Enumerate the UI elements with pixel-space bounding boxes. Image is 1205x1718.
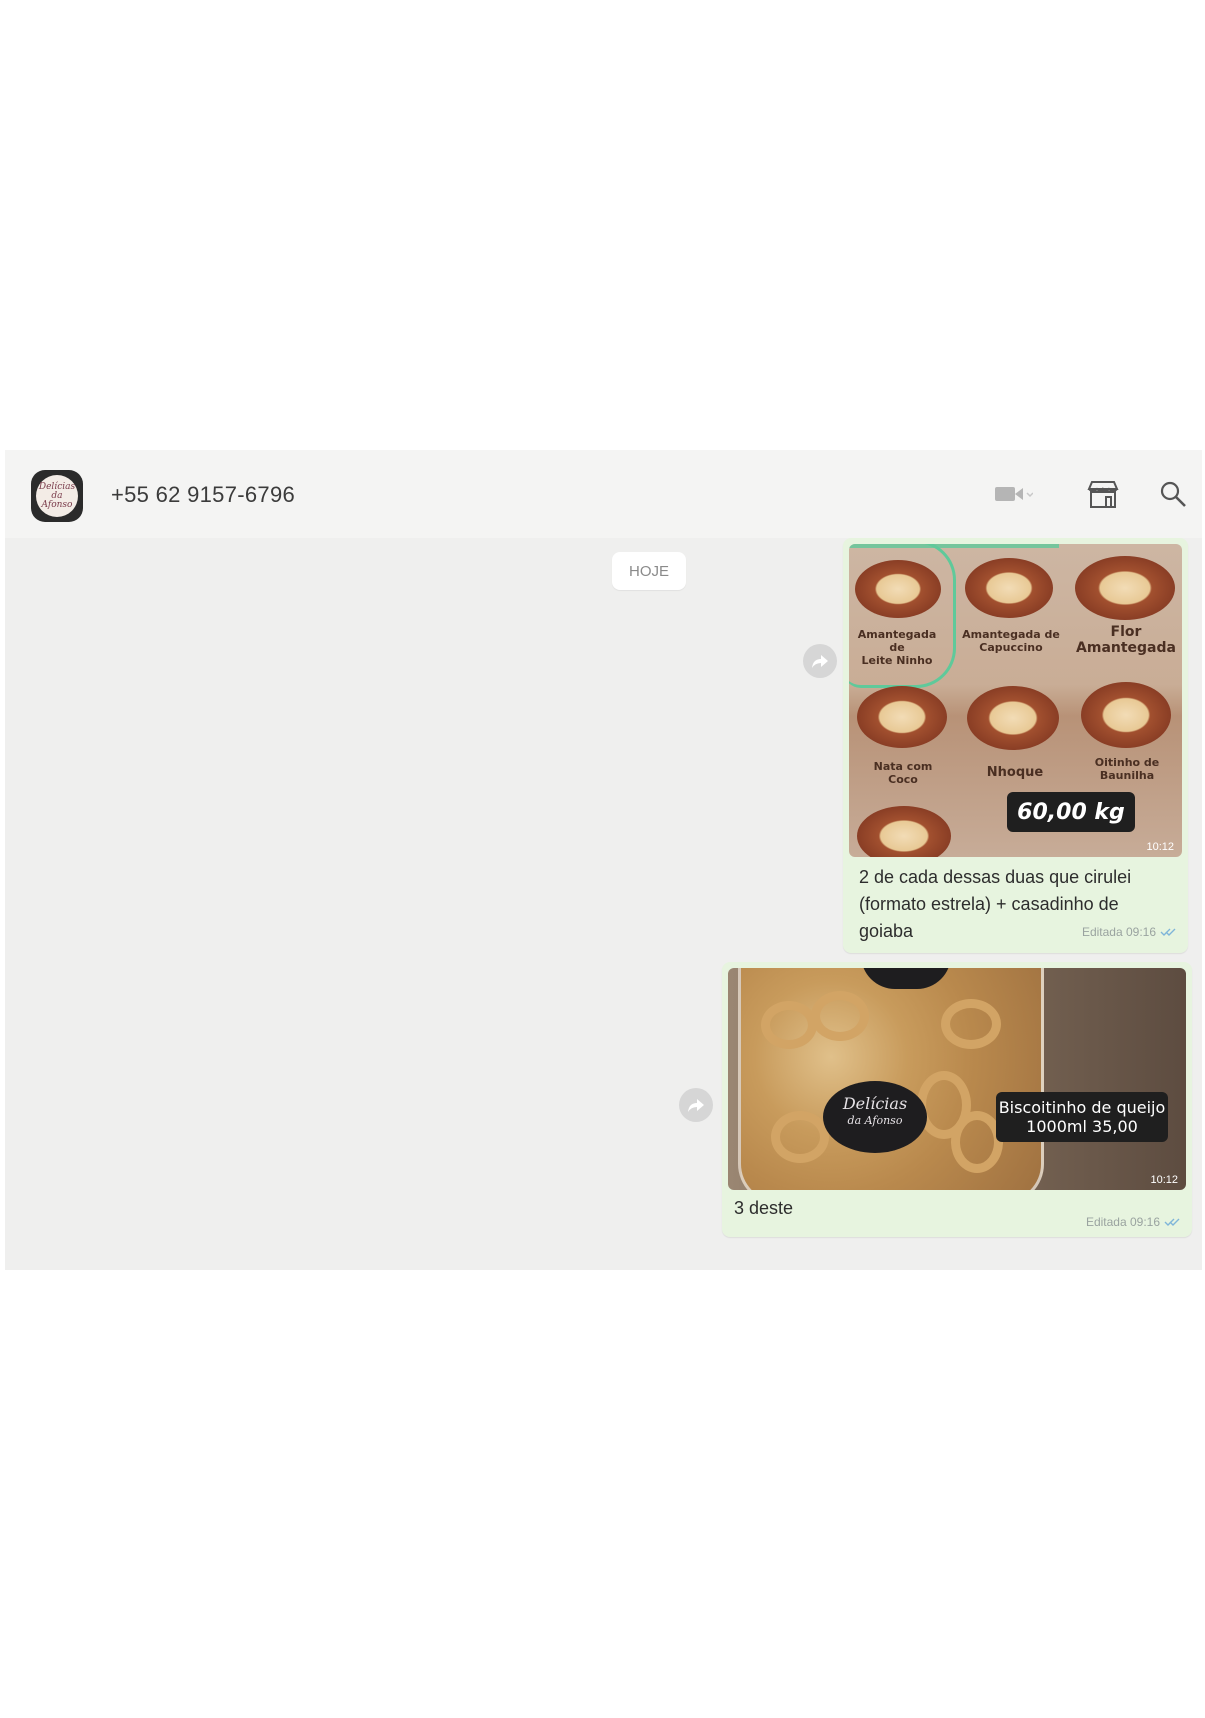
message-image-menu[interactable]: Amantegada de Leite Ninho Amantegada de … — [849, 544, 1182, 857]
price-tag: Biscoitinho de queijo 1000ml 35,00 — [996, 1092, 1168, 1142]
date-divider: HOJE — [612, 552, 686, 590]
video-call-button[interactable] — [983, 474, 1043, 514]
menu-item-label: Flor Amantegada — [1076, 624, 1176, 656]
forward-button[interactable] — [679, 1088, 713, 1122]
price-tag: 60,00 kg — [1007, 792, 1135, 832]
whatsapp-window: Delícias da Afonso +55 62 9157-6796 HOJE… — [5, 450, 1202, 1270]
jar-logo: Delícias da Afonso — [823, 1081, 927, 1153]
edited-timestamp: Editada 09:16 — [1081, 925, 1156, 939]
image-timestamp: 10:12 — [1146, 841, 1174, 853]
search-icon — [1160, 481, 1186, 507]
image-timestamp: 10:12 — [1150, 1174, 1178, 1186]
double-check-icon — [1160, 928, 1176, 936]
store-icon — [1087, 481, 1119, 508]
plate-image — [967, 686, 1059, 750]
cookie-ring — [761, 1001, 817, 1049]
contact-name[interactable]: +55 62 9157-6796 — [111, 482, 295, 508]
plate-image — [855, 560, 941, 618]
search-button[interactable] — [1153, 474, 1193, 514]
chat-area: HOJE Amantegada de Leite Ninho Amantegad… — [5, 538, 1202, 1270]
plate-image — [857, 806, 951, 857]
plate-image — [965, 558, 1053, 618]
forward-button[interactable] — [803, 644, 837, 678]
menu-item-label: Nhoque — [986, 765, 1044, 780]
message-bubble[interactable]: Delícias da Afonso Biscoitinho de queijo… — [722, 962, 1192, 1237]
forward-icon — [812, 655, 828, 668]
cookie-ring — [941, 999, 1001, 1049]
plate-image — [1075, 556, 1175, 620]
edited-timestamp: Editada 09:16 — [1085, 1215, 1160, 1229]
forward-icon — [688, 1099, 704, 1112]
catalog-button[interactable] — [1083, 474, 1123, 514]
plate-image — [1081, 682, 1171, 748]
menu-item-label: Amantegada de Capuccino — [962, 628, 1060, 654]
message-bubble[interactable]: Amantegada de Leite Ninho Amantegada de … — [843, 538, 1188, 953]
plate-image — [857, 686, 947, 748]
jar-image: Delícias da Afonso — [738, 968, 1044, 1190]
double-check-icon — [1164, 1218, 1180, 1226]
message-caption: 3 deste — [734, 1198, 794, 1218]
message-meta: Editada 09:16 — [1086, 1215, 1182, 1229]
avatar-logo: Delícias da Afonso — [36, 475, 78, 517]
menu-item-label: Nata com Coco — [873, 760, 933, 786]
cookie-ring — [811, 991, 869, 1041]
video-camera-icon — [995, 487, 1033, 501]
message-meta: Editada 09:16 — [1082, 925, 1178, 939]
cookie-ring — [771, 1111, 829, 1163]
chat-header: Delícias da Afonso +55 62 9157-6796 — [5, 450, 1202, 539]
menu-item-label: Oitinho de Baunilha — [1094, 756, 1160, 782]
menu-item-label: Amantegada de Leite Ninho — [857, 628, 937, 667]
avatar[interactable]: Delícias da Afonso — [31, 470, 83, 522]
jar-lid-label — [861, 968, 951, 989]
avatar-logo-text: Delícias da Afonso — [38, 481, 76, 510]
message-image-jar[interactable]: Delícias da Afonso Biscoitinho de queijo… — [728, 968, 1186, 1190]
